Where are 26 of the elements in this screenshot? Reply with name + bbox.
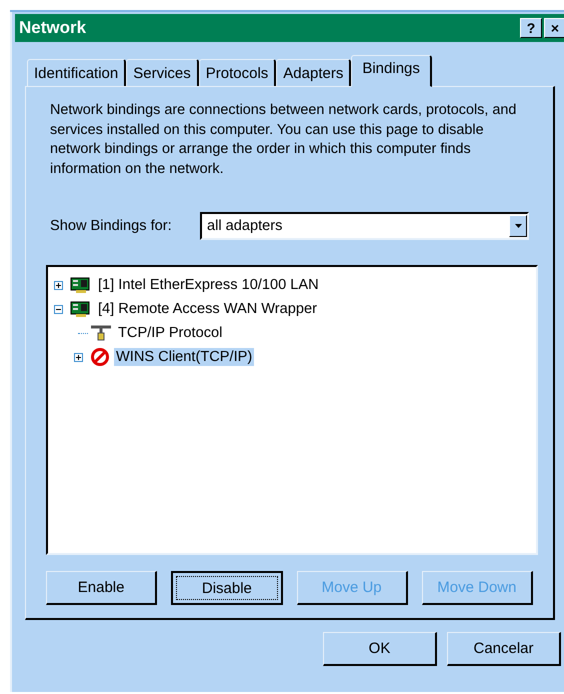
field-label: Show Bindings for:: [50, 218, 173, 234]
expand-icon[interactable]: [74, 352, 83, 362]
tree-item[interactable]: [1] Intel EtherExpress 10/100 LAN: [96, 276, 321, 294]
tab[interactable]: Protocols: [198, 59, 276, 86]
dialog-button[interactable]: Cancelar: [447, 632, 561, 666]
tab[interactable]: Bindings: [351, 55, 432, 87]
tab[interactable]: Services: [126, 59, 199, 86]
no-entry-icon: [90, 347, 110, 367]
network-card-icon: [70, 300, 92, 318]
description-text: Network bindings are connections between network cards, protocols, and services installed on this computer. You can use this page to disable network bindings or arrange the order in which this computer finds information on the network.: [50, 101, 518, 178]
tab[interactable]: Identification: [27, 59, 126, 86]
help-button[interactable]: ?: [520, 18, 542, 38]
network-card-icon: [70, 276, 92, 294]
expand-icon[interactable]: [54, 280, 63, 290]
tree-item[interactable]: TCP/IP Protocol: [116, 324, 224, 342]
tree-item[interactable]: WINS Client(TCP/IP): [114, 348, 254, 366]
tab[interactable]: Adapters: [276, 59, 352, 86]
adapter-dropdown[interactable]: all adapters: [200, 212, 529, 240]
action-button[interactable]: Disable: [171, 571, 282, 605]
tree-item[interactable]: [4] Remote Access WAN Wrapper: [96, 300, 319, 318]
close-button[interactable]: ×: [544, 18, 564, 38]
dialog-button[interactable]: OK: [323, 632, 437, 666]
collapse-icon[interactable]: [54, 304, 63, 314]
action-button[interactable]: Enable: [46, 571, 158, 605]
connector-icon: [90, 324, 112, 342]
window-title: Network: [19, 18, 86, 38]
